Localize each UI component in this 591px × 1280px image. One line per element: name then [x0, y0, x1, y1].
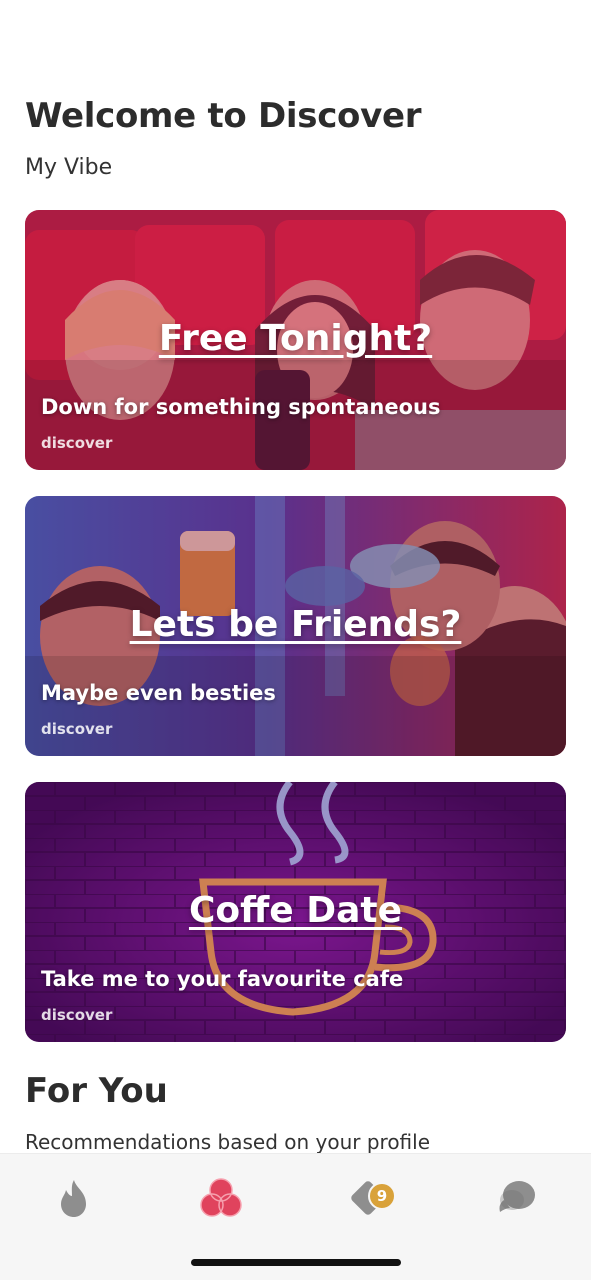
flame-icon: [61, 1180, 86, 1217]
tab-likes[interactable]: 9: [338, 1168, 398, 1228]
card-description: Maybe even besties: [41, 681, 276, 705]
discover-card-coffe-date[interactable]: Coffe Date Take me to your favourite caf…: [25, 782, 566, 1042]
tab-chat[interactable]: [486, 1168, 546, 1228]
page-title: Welcome to Discover: [25, 96, 422, 136]
discover-card-free-tonight[interactable]: Free Tonight? Down for something spontan…: [25, 210, 566, 470]
for-you-title: For You: [25, 1071, 168, 1111]
page-subtitle: My Vibe: [25, 155, 113, 180]
chat-bubbles-icon: [499, 1181, 535, 1212]
discover-screen: Welcome to Discover My Vibe Free Tonight…: [0, 0, 591, 1280]
card-tag: discover: [41, 1006, 113, 1024]
card-title: Coffe Date: [188, 890, 403, 931]
likes-count-badge: 9: [368, 1182, 396, 1210]
home-indicator[interactable]: [191, 1259, 401, 1266]
card-tag: discover: [41, 434, 113, 452]
card-tag: discover: [41, 720, 113, 738]
tab-discover[interactable]: [191, 1168, 251, 1228]
for-you-subtitle: Recommendations based on your profile: [25, 1130, 431, 1154]
discover-circles-icon: [200, 1178, 242, 1217]
card-description: Take me to your favourite cafe: [41, 967, 404, 991]
card-title: Free Tonight?: [158, 318, 433, 359]
card-description: Down for something spontaneous: [41, 395, 441, 419]
tab-home[interactable]: [44, 1168, 104, 1228]
card-title: Lets be Friends?: [129, 604, 462, 645]
discover-card-lets-be-friends[interactable]: Lets be Friends? Maybe even besties disc…: [25, 496, 566, 756]
